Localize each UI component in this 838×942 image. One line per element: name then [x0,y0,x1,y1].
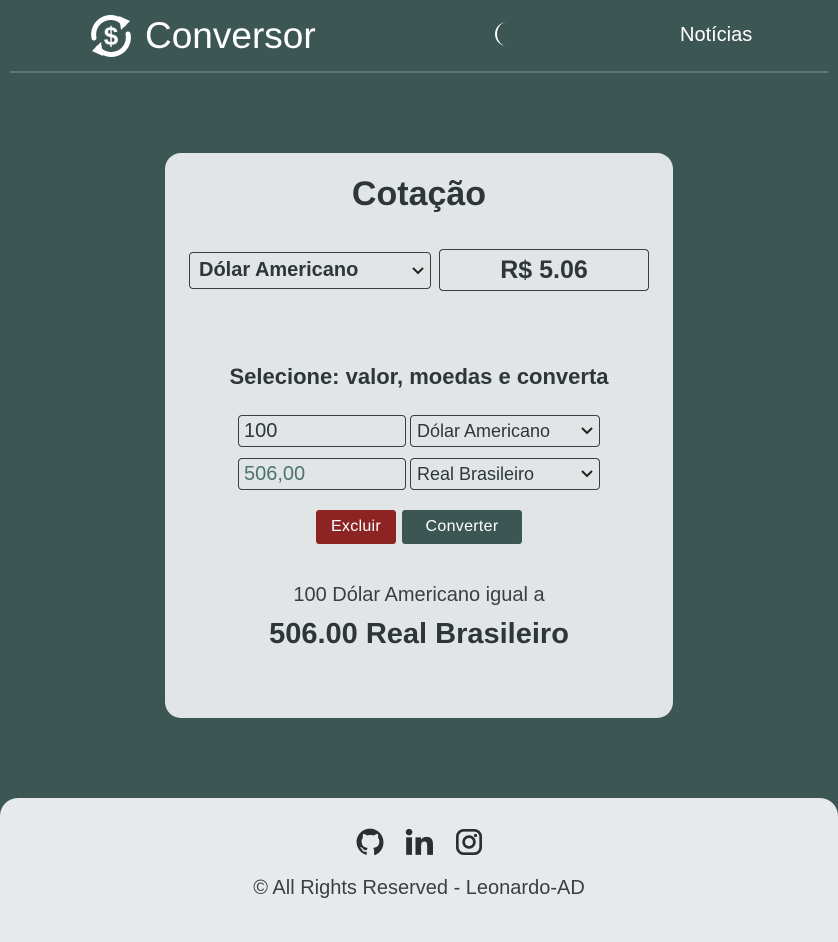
to-currency-select[interactable]: Real Brasileiro [410,458,600,490]
convert-button[interactable]: Converter [402,510,522,544]
nav-link-news[interactable]: Notícias [680,24,752,46]
brand-name: Conversor [145,15,316,56]
from-currency-value: Dólar Americano [417,420,551,441]
result-description: 100 Dólar Americano igual a [293,584,545,606]
to-amount-input[interactable]: 506,00 [238,458,406,490]
chevron-down-icon [581,427,593,435]
clear-button[interactable]: Excluir [316,510,396,544]
quote-currency-value: Dólar Americano [199,259,359,281]
currency-exchange-icon: $ [91,15,131,57]
quote-currency-select[interactable]: Dólar Americano [189,252,431,289]
converter-subtitle: Selecione: valor, moedas e converta [229,364,609,389]
result-value: 506.00 Real Brasileiro [269,618,569,650]
svg-text:$: $ [104,21,119,51]
linkedin-icon[interactable] [405,828,433,856]
quote-value-display: R$ 5.06 [439,249,649,291]
moon-icon[interactable] [488,20,514,48]
chevron-down-icon [412,266,424,274]
copyright-text: © All Rights Reserved - Leonardo-AD [253,877,585,899]
to-currency-value: Real Brasileiro [417,463,535,484]
footer [0,798,838,942]
github-icon[interactable] [356,828,384,856]
instagram-icon[interactable] [455,828,483,856]
from-amount-input[interactable]: 100 [238,415,406,447]
header: $ Conversor Notícias [0,0,838,73]
from-currency-select[interactable]: Dólar Americano [410,415,600,447]
chevron-down-icon [581,470,593,478]
card-title: Cotação [351,175,487,213]
header-divider [10,71,828,73]
brand-logo[interactable]: $ Conversor [86,12,316,60]
